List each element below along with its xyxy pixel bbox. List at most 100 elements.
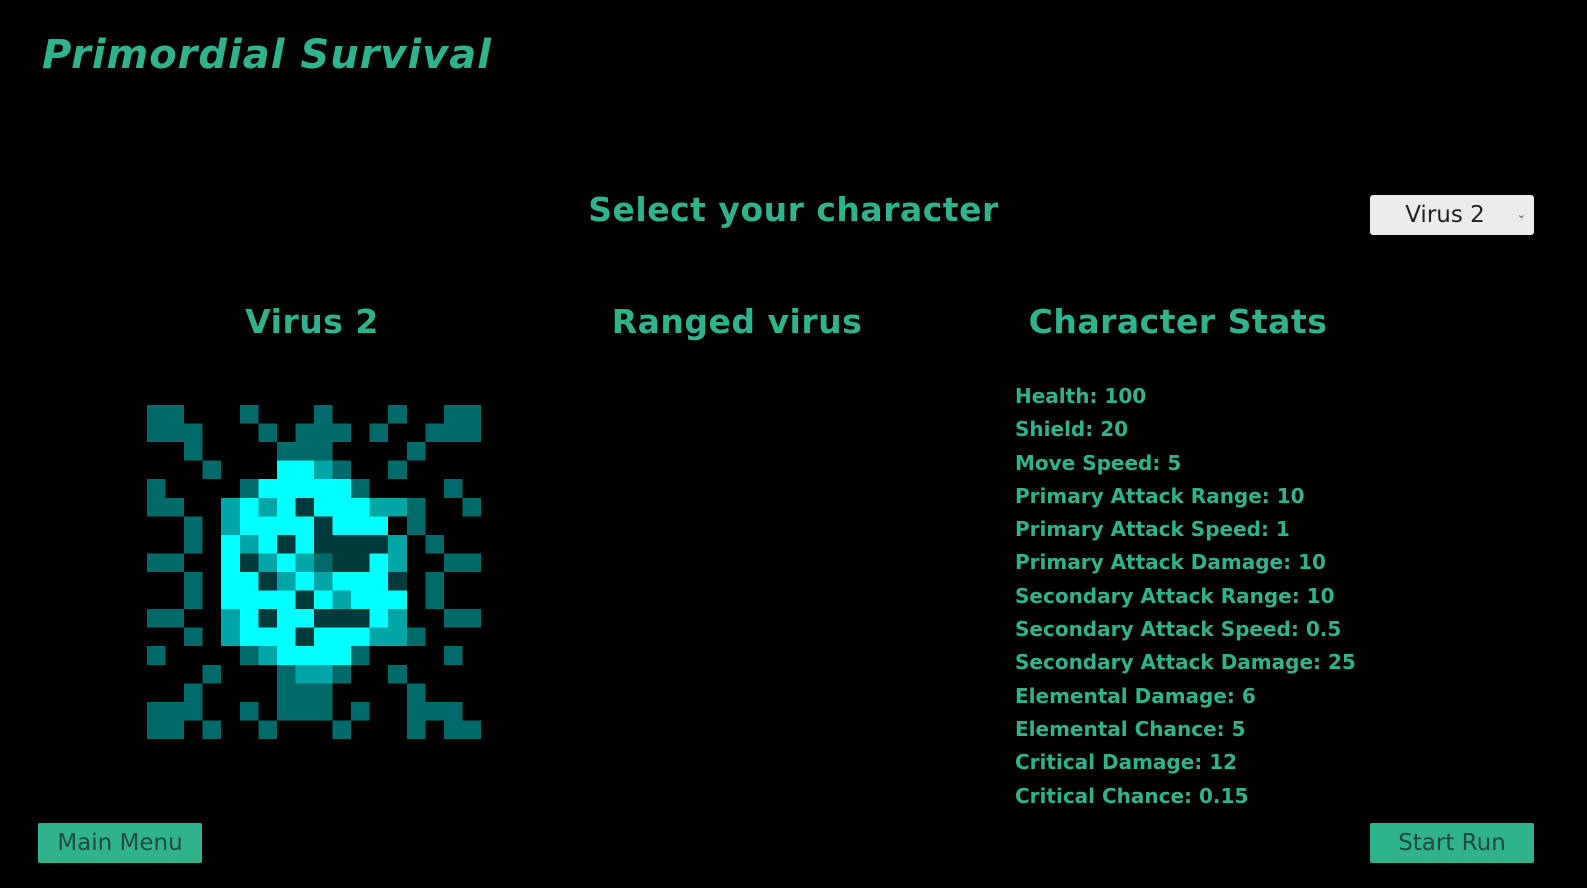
sprite-pixel	[369, 534, 389, 554]
sprite-pixel	[314, 664, 333, 684]
sprite-pixel	[221, 590, 240, 610]
sprite-pixel	[314, 497, 333, 517]
sprite-pixel	[332, 553, 352, 572]
sprite-pixel	[351, 516, 370, 535]
sprite-pixel	[258, 479, 277, 498]
stat-move-speed: Move Speed: 5	[1015, 450, 1182, 475]
sprite-pixel	[165, 701, 185, 721]
start-run-button[interactable]: Start Run	[1370, 823, 1534, 863]
sprite-pixel	[276, 553, 296, 572]
sprite-pixel	[388, 664, 407, 684]
sprite-pixel	[388, 572, 407, 591]
stat-elemental-damage: Elemental Damage: 6	[1015, 683, 1256, 708]
sprite-pixel	[332, 664, 352, 684]
sprite-pixel	[351, 534, 370, 554]
sprite-pixel	[295, 683, 314, 702]
sprite-pixel	[332, 423, 352, 443]
sprite-pixel	[221, 497, 240, 517]
sprite-pixel	[351, 553, 370, 572]
sprite-pixel	[332, 646, 352, 665]
sprite-pixel	[332, 497, 352, 517]
sprite-pixel	[295, 516, 314, 535]
sprite-pixel	[202, 460, 222, 480]
sprite-pixel	[443, 720, 463, 739]
sprite-pixel	[314, 590, 333, 610]
main-menu-button[interactable]: Main Menu	[38, 823, 202, 863]
character-type: Ranged virus	[611, 302, 863, 341]
stat-health: Health: 100	[1015, 384, 1147, 408]
sprite-pixel	[239, 405, 259, 424]
stat-primary-attack-damage: Primary Attack Damage: 10	[1015, 550, 1326, 575]
sprite-pixel	[406, 516, 426, 535]
sprite-pixel	[369, 423, 389, 443]
sprite-pixel	[406, 627, 426, 647]
sprite-pixel	[295, 442, 314, 461]
sprite-pixel	[258, 590, 277, 610]
sprite-pixel	[184, 534, 203, 554]
sprite-pixel	[276, 497, 296, 517]
sprite-pixel	[314, 553, 333, 572]
sprite-pixel	[295, 479, 314, 498]
dropdown-selected-value: Virus 2	[1405, 202, 1485, 228]
sprite-pixel	[351, 627, 370, 647]
sprite-pixel	[314, 683, 333, 702]
sprite-pixel	[165, 423, 185, 443]
sprite-pixel	[276, 646, 296, 665]
sprite-pixel	[276, 460, 296, 480]
sprite-pixel	[369, 497, 389, 517]
sprite-pixel	[202, 720, 222, 739]
sprite-pixel	[351, 701, 370, 721]
sprite-pixel	[425, 534, 444, 554]
sprite-pixel	[221, 627, 240, 647]
sprite-pixel	[184, 423, 203, 443]
sprite-pixel	[369, 590, 389, 610]
sprite-pixel	[443, 423, 463, 443]
sprite-pixel	[165, 609, 185, 628]
sprite-pixel	[276, 701, 296, 721]
sprite-pixel	[351, 479, 370, 498]
game-title: Primordial Survival	[42, 32, 492, 78]
sprite-pixel	[276, 534, 296, 554]
sprite-pixel	[258, 646, 277, 665]
sprite-pixel	[369, 609, 389, 628]
sprite-pixel	[239, 609, 259, 628]
sprite-pixel	[388, 534, 407, 554]
sprite-pixel	[147, 701, 166, 721]
sprite-pixel	[276, 442, 296, 461]
sprite-pixel	[295, 590, 314, 610]
sprite-pixel	[239, 534, 259, 554]
sprite-pixel	[276, 627, 296, 647]
sprite-pixel	[462, 553, 481, 572]
sprite-pixel	[314, 646, 333, 665]
sprite-pixel	[351, 646, 370, 665]
sprite-pixel	[221, 516, 240, 535]
sprite-pixel	[332, 516, 352, 535]
sprite-pixel	[332, 572, 352, 591]
stat-secondary-attack-damage: Secondary Attack Damage: 25	[1015, 650, 1356, 675]
sprite-pixel	[351, 572, 370, 591]
sprite-pixel	[332, 627, 352, 647]
sprite-pixel	[425, 572, 444, 591]
sprite-pixel	[184, 683, 203, 702]
sprite-pixel	[147, 479, 166, 498]
sprite-pixel	[147, 423, 166, 443]
sprite-pixel	[147, 497, 166, 517]
sprite-pixel	[276, 609, 296, 628]
sprite-pixel	[332, 720, 352, 739]
sprite-pixel	[314, 609, 333, 628]
sprite-pixel	[406, 683, 426, 702]
sprite-pixel	[351, 609, 370, 628]
sprite-pixel	[165, 497, 185, 517]
sprite-pixel	[276, 479, 296, 498]
stat-primary-attack-range: Primary Attack Range: 10	[1015, 483, 1305, 508]
character-dropdown[interactable]: Virus 2 ⌄	[1370, 195, 1534, 235]
sprite-pixel	[425, 590, 444, 610]
sprite-pixel	[314, 479, 333, 498]
sprite-pixel	[462, 423, 481, 443]
sprite-pixel	[184, 701, 203, 721]
sprite-pixel	[443, 479, 463, 498]
sprite-pixel	[221, 572, 240, 591]
sprite-pixel	[221, 534, 240, 554]
sprite-pixel	[295, 553, 314, 572]
sprite-pixel	[221, 609, 240, 628]
